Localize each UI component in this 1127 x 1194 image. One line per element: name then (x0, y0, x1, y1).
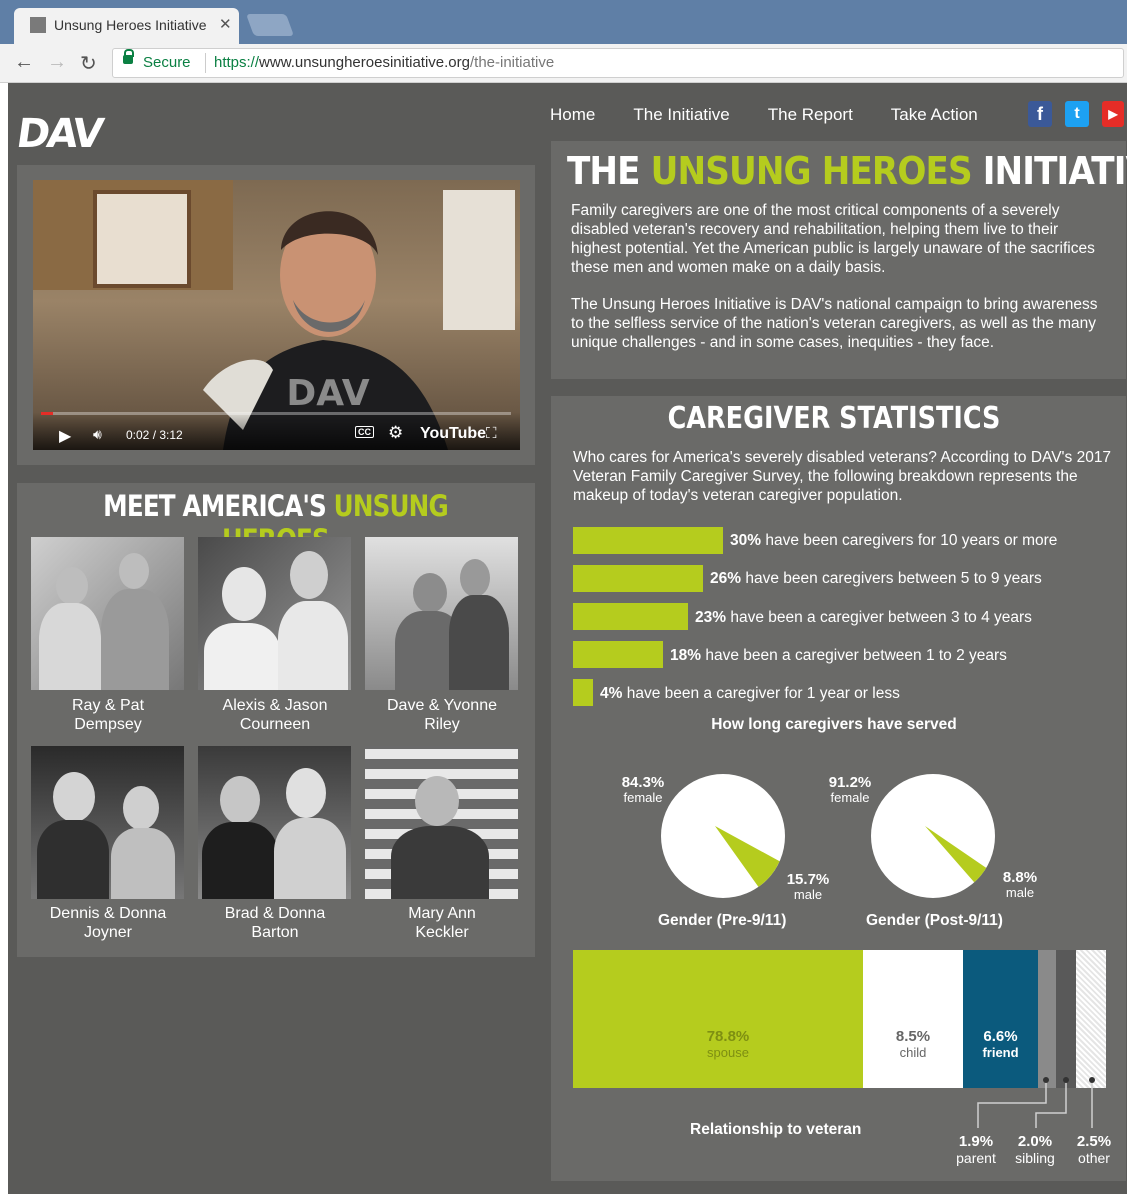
name-keckler[interactable]: Mary Ann Keckler (357, 904, 527, 942)
pie-pre-911 (661, 774, 785, 898)
pie-pre-caption: Gender (Pre-9/11) (658, 912, 787, 929)
reload-icon[interactable]: ↻ (80, 51, 97, 76)
rel-label-child: 8.5% child (895, 1028, 931, 1061)
rel-seg-friend (963, 950, 1038, 1088)
address-bar[interactable]: Secure https://www.unsungheroesinitiativ… (112, 48, 1124, 78)
name-joyner[interactable]: Dennis & Donna Joyner (23, 904, 193, 942)
gear-icon[interactable]: ⚙ (388, 423, 403, 443)
initiative-title: THE UNSUNG HEROES INITIATIVE (567, 149, 1127, 193)
video-player[interactable]: DAV ▶ 🔊︎ 0:02 / 3:12 CC ⚙ YouTube ⛶ (33, 180, 520, 450)
rel-label-sibling: 2.0% sibling (1015, 1133, 1055, 1167)
video-progress-bar[interactable] (41, 412, 511, 415)
rel-label-parent: 1.9% parent (956, 1133, 996, 1167)
secure-label: Secure (143, 54, 191, 71)
name-courneen[interactable]: Alexis & Jason Courneen (190, 696, 360, 734)
duration-bar-3 (573, 641, 663, 668)
pie-post-male-label: 8.8% male (1002, 869, 1038, 900)
twitter-icon[interactable]: t (1065, 101, 1089, 127)
page: DAV Home The Initiative The Report Take … (8, 83, 1127, 1194)
favicon-icon (30, 17, 46, 33)
duration-label-3: 18% have been a caregiver between 1 to 2… (670, 647, 1007, 664)
back-arrow-icon[interactable]: ← (14, 51, 34, 74)
duration-label-2: 23% have been a caregiver between 3 to 4… (695, 609, 1032, 626)
facebook-icon[interactable]: f (1028, 101, 1052, 127)
duration-bar-0 (573, 527, 723, 554)
video-frame-person: DAV (203, 211, 448, 450)
divider (205, 53, 206, 73)
initiative-paragraph-1: Family caregivers are one of the most cr… (571, 202, 1095, 276)
shirt-logo-text: DAV (286, 373, 369, 414)
duration-label-4: 4% have been a caregiver for 1 year or l… (600, 685, 900, 702)
rel-seg-other (1076, 950, 1106, 1088)
pie-post-caption: Gender (Post-9/11) (866, 912, 1003, 929)
lock-icon (123, 49, 134, 64)
pie-post-911 (871, 774, 995, 898)
new-tab-button[interactable] (245, 14, 295, 36)
duration-bar-4 (573, 679, 593, 706)
duration-label-1: 26% have been caregivers between 5 to 9 … (710, 570, 1042, 587)
youtube-logo[interactable]: YouTube (420, 425, 486, 443)
video-time: 0:02 / 3:12 (126, 428, 183, 442)
youtube-icon[interactable]: ▶ (1102, 101, 1124, 127)
video-panel: DAV ▶ 🔊︎ 0:02 / 3:12 CC ⚙ YouTube ⛶ (17, 165, 535, 465)
initiative-paragraph-2: The Unsung Heroes Initiative is DAV's na… (571, 296, 1098, 351)
title-part-1: THE (567, 149, 641, 193)
play-icon[interactable]: ▶ (59, 426, 71, 446)
dav-logo[interactable]: DAV (14, 111, 104, 157)
duration-bar-1 (573, 565, 703, 592)
url-text[interactable]: https://www.unsungheroesinitiative.org/t… (214, 54, 554, 71)
nav-the-report[interactable]: The Report (768, 105, 853, 125)
meet-title-white: MEET AMERICA'S (103, 489, 327, 523)
photo-courneen[interactable] (198, 537, 351, 690)
rel-label-friend: 6.6% friend (982, 1028, 1019, 1061)
url-scheme: https:// (214, 54, 260, 71)
duration-caption: How long caregivers have served (711, 716, 957, 733)
nav-home[interactable]: Home (550, 105, 595, 125)
nav-take-action[interactable]: Take Action (891, 105, 978, 125)
stats-title: CAREGIVER STATISTICS (667, 401, 1001, 436)
volume-icon[interactable]: 🔊︎ (93, 426, 102, 443)
tab-title: Unsung Heroes Initiative (54, 17, 207, 33)
rel-seg-sibling (1056, 950, 1076, 1088)
rel-label-spouse: 78.8% spouse (706, 1028, 750, 1061)
url-path: /the-initiative (469, 54, 555, 71)
url-host: www.unsungheroesinitiative.org (259, 54, 470, 71)
address-toolbar: ← → ↻ Secure https://www.unsungheroesini… (0, 44, 1127, 83)
duration-label-0: 30% have been caregivers for 10 years or… (730, 532, 1058, 549)
meet-heroes-panel: MEET AMERICA'S UNSUNG HEROES Ray & PatDe… (17, 483, 535, 957)
name-barton[interactable]: Brad & Donna Barton (190, 904, 360, 942)
top-nav: Home The Initiative The Report Take Acti… (550, 105, 1016, 125)
duration-bar-2 (573, 603, 688, 630)
rel-label-other: 2.5% other (1076, 1133, 1112, 1167)
photo-dempsey[interactable] (31, 537, 184, 690)
close-tab-icon[interactable]: ✕ (219, 15, 232, 33)
name-riley[interactable]: Dave & Yvonne Riley (357, 696, 527, 734)
browser-tab[interactable]: Unsung Heroes Initiative ✕ (14, 8, 239, 44)
browser-tab-bar: Unsung Heroes Initiative ✕ (0, 0, 1127, 44)
rel-leader-lines (977, 1077, 1095, 1128)
nav-the-initiative[interactable]: The Initiative (633, 105, 729, 125)
photo-keckler[interactable] (365, 746, 518, 899)
relationship-caption: Relationship to veteran (690, 1121, 862, 1138)
pie-pre-male-label: 15.7% male (786, 871, 830, 902)
photo-barton[interactable] (198, 746, 351, 899)
logo-text: DAV (13, 111, 104, 157)
name-dempsey[interactable]: Ray & Pat Dempsey (23, 696, 193, 734)
stats-intro: Who cares for America's severely disable… (573, 449, 1112, 504)
rel-seg-child (863, 950, 963, 1088)
fullscreen-icon[interactable]: ⛶ (486, 425, 497, 442)
title-part-2: UNSUNG HEROES (650, 149, 973, 193)
pie-pre-female-label: 84.3% female (621, 774, 665, 805)
rel-seg-parent (1038, 950, 1056, 1088)
pie-post-female-label: 91.2% female (828, 774, 872, 805)
title-part-3: INITIATIVE (982, 149, 1127, 193)
relationship-chart: 78.8% spouse 8.5% child 6.6% friend (573, 950, 1106, 1088)
photo-riley[interactable] (365, 537, 518, 690)
photo-joyner[interactable] (31, 746, 184, 899)
rel-seg-spouse (573, 950, 863, 1088)
captions-icon[interactable]: CC (355, 426, 374, 438)
forward-arrow-icon[interactable]: → (47, 51, 67, 74)
